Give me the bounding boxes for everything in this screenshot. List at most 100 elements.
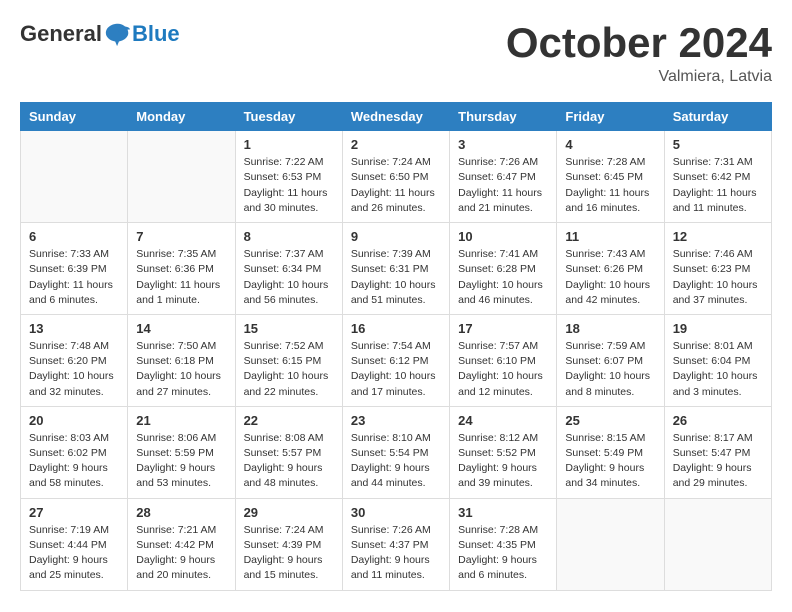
day-info: Sunrise: 8:17 AM Sunset: 5:47 PM Dayligh… — [673, 431, 763, 492]
day-number: 29 — [244, 505, 334, 520]
day-number: 26 — [673, 413, 763, 428]
day-info: Sunrise: 7:19 AM Sunset: 4:44 PM Dayligh… — [29, 523, 119, 584]
day-number: 18 — [565, 321, 655, 336]
weekday-label: Thursday — [450, 103, 557, 131]
calendar-cell: 22 Sunrise: 8:08 AM Sunset: 5:57 PM Dayli… — [235, 406, 342, 498]
day-info: Sunrise: 7:50 AM Sunset: 6:18 PM Dayligh… — [136, 339, 226, 400]
day-info: Sunrise: 7:57 AM Sunset: 6:10 PM Dayligh… — [458, 339, 548, 400]
calendar-cell: 27 Sunrise: 7:19 AM Sunset: 4:44 PM Dayli… — [21, 498, 128, 590]
month-title: October 2024 — [506, 20, 772, 66]
day-number: 1 — [244, 137, 334, 152]
calendar-cell: 30Sunrise: 7:26 AM Sunset: 4:37 PM Dayli… — [342, 498, 449, 590]
day-number: 8 — [244, 229, 334, 244]
day-number: 27 — [29, 505, 119, 520]
day-info: Sunrise: 8:01 AM Sunset: 6:04 PM Dayligh… — [673, 339, 763, 400]
calendar-cell: 26 Sunrise: 8:17 AM Sunset: 5:47 PM Dayli… — [664, 406, 771, 498]
weekday-label: Sunday — [21, 103, 128, 131]
day-number: 20 — [29, 413, 119, 428]
week-row: 13Sunrise: 7:48 AM Sunset: 6:20 PM Dayli… — [21, 314, 772, 406]
day-info: Sunrise: 7:35 AM Sunset: 6:36 PM Dayligh… — [136, 247, 226, 308]
calendar-cell: 11Sunrise: 7:43 AM Sunset: 6:26 PM Dayli… — [557, 223, 664, 315]
calendar-cell: 6 Sunrise: 7:33 AM Sunset: 6:39 PM Daylig… — [21, 223, 128, 315]
day-number: 28 — [136, 505, 226, 520]
day-number: 7 — [136, 229, 226, 244]
day-number: 23 — [351, 413, 441, 428]
calendar-cell: 10 Sunrise: 7:41 AM Sunset: 6:28 PM Dayli… — [450, 223, 557, 315]
logo-general: General — [20, 21, 102, 47]
calendar-cell — [128, 131, 235, 223]
day-info: Sunrise: 7:21 AM Sunset: 4:42 PM Dayligh… — [136, 523, 226, 584]
day-info: Sunrise: 8:15 AM Sunset: 5:49 PM Dayligh… — [565, 431, 655, 492]
calendar-cell: 17 Sunrise: 7:57 AM Sunset: 6:10 PM Dayli… — [450, 314, 557, 406]
week-row: 27 Sunrise: 7:19 AM Sunset: 4:44 PM Dayli… — [21, 498, 772, 590]
calendar-cell: 9 Sunrise: 7:39 AM Sunset: 6:31 PM Daylig… — [342, 223, 449, 315]
calendar-cell: 19 Sunrise: 8:01 AM Sunset: 6:04 PM Dayli… — [664, 314, 771, 406]
day-number: 11 — [565, 229, 655, 244]
calendar-cell: 8 Sunrise: 7:37 AM Sunset: 6:34 PM Daylig… — [235, 223, 342, 315]
day-number: 21 — [136, 413, 226, 428]
calendar-cell: 3Sunrise: 7:26 AM Sunset: 6:47 PM Daylig… — [450, 131, 557, 223]
day-number: 22 — [244, 413, 334, 428]
calendar-cell: 2 Sunrise: 7:24 AM Sunset: 6:50 PM Daylig… — [342, 131, 449, 223]
day-info: Sunrise: 7:39 AM Sunset: 6:31 PM Dayligh… — [351, 247, 441, 308]
calendar-cell: 23 Sunrise: 8:10 AM Sunset: 5:54 PM Dayli… — [342, 406, 449, 498]
day-number: 14 — [136, 321, 226, 336]
calendar-cell — [557, 498, 664, 590]
day-number: 31 — [458, 505, 548, 520]
weekday-label: Monday — [128, 103, 235, 131]
day-info: Sunrise: 8:03 AM Sunset: 6:02 PM Dayligh… — [29, 431, 119, 492]
calendar-cell: 24Sunrise: 8:12 AM Sunset: 5:52 PM Dayli… — [450, 406, 557, 498]
weekday-label: Friday — [557, 103, 664, 131]
day-number: 25 — [565, 413, 655, 428]
day-info: Sunrise: 7:28 AM Sunset: 4:35 PM Dayligh… — [458, 523, 548, 584]
day-info: Sunrise: 7:41 AM Sunset: 6:28 PM Dayligh… — [458, 247, 548, 308]
day-info: Sunrise: 7:46 AM Sunset: 6:23 PM Dayligh… — [673, 247, 763, 308]
day-info: Sunrise: 7:48 AM Sunset: 6:20 PM Dayligh… — [29, 339, 119, 400]
day-info: Sunrise: 8:06 AM Sunset: 5:59 PM Dayligh… — [136, 431, 226, 492]
location: Valmiera, Latvia — [506, 68, 772, 86]
calendar-cell: 31 Sunrise: 7:28 AM Sunset: 4:35 PM Dayli… — [450, 498, 557, 590]
calendar-cell: 1Sunrise: 7:22 AM Sunset: 6:53 PM Daylig… — [235, 131, 342, 223]
day-info: Sunrise: 7:33 AM Sunset: 6:39 PM Dayligh… — [29, 247, 119, 308]
title-section: October 2024 Valmiera, Latvia — [506, 20, 772, 86]
day-info: Sunrise: 8:10 AM Sunset: 5:54 PM Dayligh… — [351, 431, 441, 492]
calendar-cell: 15 Sunrise: 7:52 AM Sunset: 6:15 PM Dayli… — [235, 314, 342, 406]
day-info: Sunrise: 7:37 AM Sunset: 6:34 PM Dayligh… — [244, 247, 334, 308]
week-row: 6 Sunrise: 7:33 AM Sunset: 6:39 PM Daylig… — [21, 223, 772, 315]
day-number: 15 — [244, 321, 334, 336]
calendar-cell: 7 Sunrise: 7:35 AM Sunset: 6:36 PM Daylig… — [128, 223, 235, 315]
day-number: 6 — [29, 229, 119, 244]
calendar-cell — [664, 498, 771, 590]
logo-blue: Blue — [132, 21, 180, 47]
calendar-cell: 25 Sunrise: 8:15 AM Sunset: 5:49 PM Dayli… — [557, 406, 664, 498]
day-number: 4 — [565, 137, 655, 152]
day-info: Sunrise: 7:24 AM Sunset: 4:39 PM Dayligh… — [244, 523, 334, 584]
day-number: 17 — [458, 321, 548, 336]
day-info: Sunrise: 7:31 AM Sunset: 6:42 PM Dayligh… — [673, 155, 763, 216]
day-number: 10 — [458, 229, 548, 244]
calendar-cell: 4Sunrise: 7:28 AM Sunset: 6:45 PM Daylig… — [557, 131, 664, 223]
day-info: Sunrise: 7:52 AM Sunset: 6:15 PM Dayligh… — [244, 339, 334, 400]
logo: General Blue — [20, 20, 180, 48]
day-number: 16 — [351, 321, 441, 336]
day-number: 24 — [458, 413, 548, 428]
calendar-cell: 21 Sunrise: 8:06 AM Sunset: 5:59 PM Dayli… — [128, 406, 235, 498]
day-number: 19 — [673, 321, 763, 336]
calendar-cell: 5 Sunrise: 7:31 AM Sunset: 6:42 PM Daylig… — [664, 131, 771, 223]
day-number: 2 — [351, 137, 441, 152]
weekday-header-row: SundayMondayTuesdayWednesdayThursdayFrid… — [21, 103, 772, 131]
day-number: 3 — [458, 137, 548, 152]
day-number: 12 — [673, 229, 763, 244]
day-number: 5 — [673, 137, 763, 152]
calendar-cell: 12 Sunrise: 7:46 AM Sunset: 6:23 PM Dayli… — [664, 223, 771, 315]
calendar-table: SundayMondayTuesdayWednesdayThursdayFrid… — [20, 102, 772, 590]
day-info: Sunrise: 7:24 AM Sunset: 6:50 PM Dayligh… — [351, 155, 441, 216]
day-number: 30 — [351, 505, 441, 520]
week-row: 1Sunrise: 7:22 AM Sunset: 6:53 PM Daylig… — [21, 131, 772, 223]
day-number: 9 — [351, 229, 441, 244]
day-info: Sunrise: 7:59 AM Sunset: 6:07 PM Dayligh… — [565, 339, 655, 400]
calendar-cell: 20 Sunrise: 8:03 AM Sunset: 6:02 PM Dayli… — [21, 406, 128, 498]
week-row: 20 Sunrise: 8:03 AM Sunset: 6:02 PM Dayli… — [21, 406, 772, 498]
day-info: Sunrise: 8:08 AM Sunset: 5:57 PM Dayligh… — [244, 431, 334, 492]
weekday-label: Tuesday — [235, 103, 342, 131]
